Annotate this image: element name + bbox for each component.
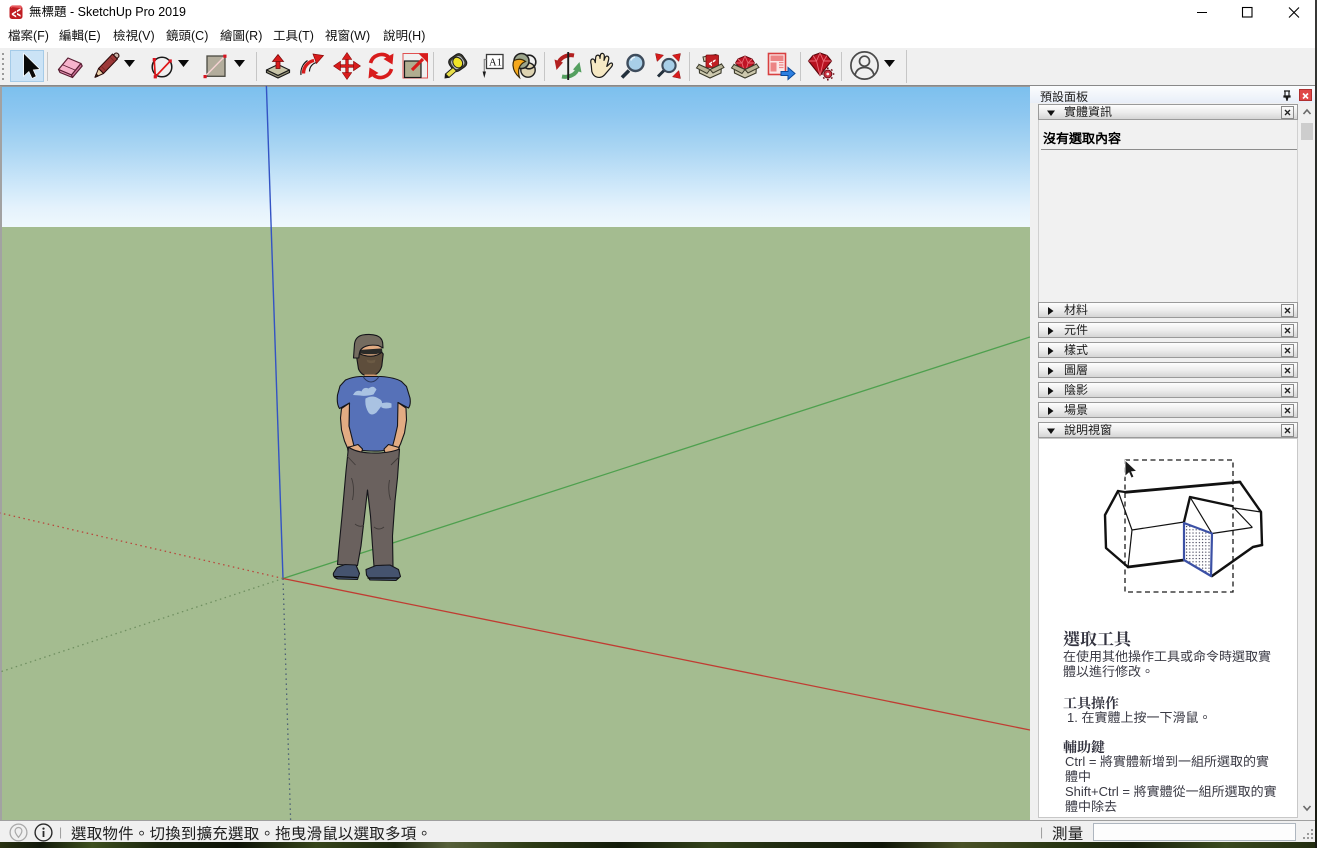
svg-text:A1: A1 xyxy=(489,57,502,68)
